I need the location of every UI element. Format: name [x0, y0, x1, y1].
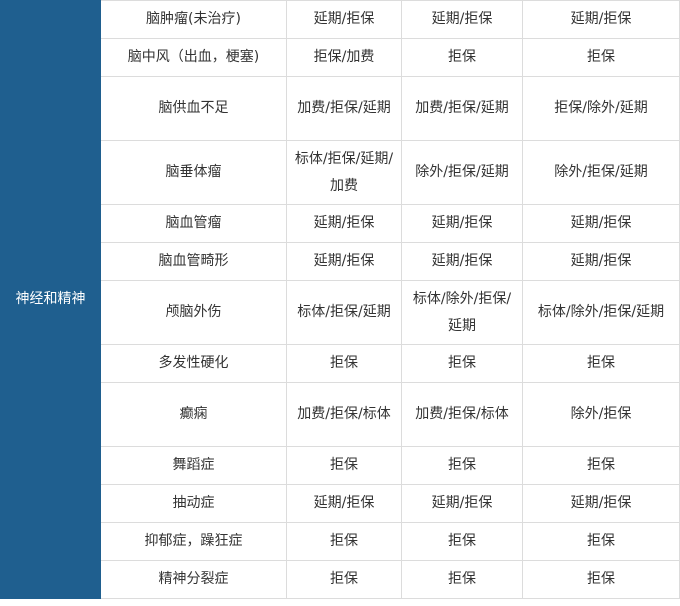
decision-cell-2: 拒保 [401, 446, 523, 485]
condition-name-cell: 舞蹈症 [100, 446, 287, 485]
decision-cell-1: 标体/拒保/延期 [286, 280, 402, 345]
decision-cell-1: 拒保 [286, 446, 402, 485]
decision-cell-2: 延期/拒保 [401, 204, 523, 243]
condition-name-cell: 脑血管瘤 [100, 204, 287, 243]
table-row: 脑中风（出血，梗塞) 拒保/加费 拒保 拒保 [1, 38, 680, 77]
decision-cell-2: 加费/拒保/标体 [401, 382, 523, 447]
condition-name-cell: 癫痫 [100, 382, 287, 447]
decision-cell-3: 除外/拒保 [522, 382, 680, 447]
table-row: 精神分裂症 拒保 拒保 拒保 [1, 560, 680, 599]
decision-cell-2: 除外/拒保/延期 [401, 140, 523, 205]
decision-cell-1: 延期/拒保 [286, 204, 402, 243]
condition-name-cell: 脑中风（出血，梗塞) [100, 38, 287, 77]
decision-cell-1: 拒保/加费 [286, 38, 402, 77]
decision-cell-3: 拒保/除外/延期 [522, 76, 680, 141]
table-row: 多发性硬化 拒保 拒保 拒保 [1, 344, 680, 383]
table-row: 舞蹈症 拒保 拒保 拒保 [1, 446, 680, 485]
decision-cell-2: 延期/拒保 [401, 242, 523, 281]
table-row: 脑垂体瘤 标体/拒保/延期/加费 除外/拒保/延期 除外/拒保/延期 [1, 140, 680, 205]
condition-name-cell: 脑供血不足 [100, 76, 287, 141]
decision-cell-1: 延期/拒保 [286, 242, 402, 281]
table-row: 抽动症 延期/拒保 延期/拒保 延期/拒保 [1, 484, 680, 523]
condition-name-cell: 脑肿瘤(未治疗) [100, 0, 287, 39]
decision-cell-3: 延期/拒保 [522, 204, 680, 243]
decision-cell-3: 拒保 [522, 560, 680, 599]
condition-name-cell: 抽动症 [100, 484, 287, 523]
decision-cell-2: 拒保 [401, 522, 523, 561]
table-row: 神经和精神 脑肿瘤(未治疗) 延期/拒保 延期/拒保 延期/拒保 [0, 0, 680, 599]
underwriting-table: 神经和精神 脑肿瘤(未治疗) 延期/拒保 延期/拒保 延期/拒保 脑中风（出血，梗塞) 拒保… [0, 0, 680, 599]
decision-cell-1: 拒保 [286, 560, 402, 599]
decision-cell-3: 拒保 [522, 38, 680, 77]
decision-cell-1: 加费/拒保/延期 [286, 76, 402, 141]
condition-name-cell: 抑郁症，躁狂症 [100, 522, 287, 561]
table-body: 神经和精神 脑肿瘤(未治疗) 延期/拒保 延期/拒保 延期/拒保 脑中风（出血，梗塞) 拒保… [0, 0, 680, 599]
decision-cell-2: 延期/拒保 [401, 0, 523, 39]
condition-name-cell: 颅脑外伤 [100, 280, 287, 345]
decision-cell-3: 拒保 [522, 446, 680, 485]
decision-cell-1: 延期/拒保 [286, 0, 402, 39]
decision-cell-1: 加费/拒保/标体 [286, 382, 402, 447]
table-row: 脑供血不足 加费/拒保/延期 加费/拒保/延期 拒保/除外/延期 [1, 76, 680, 141]
decision-cell-2: 加费/拒保/延期 [401, 76, 523, 141]
table-row: 脑血管瘤 延期/拒保 延期/拒保 延期/拒保 [1, 204, 680, 243]
decision-cell-3: 拒保 [522, 522, 680, 561]
condition-name-cell: 脑垂体瘤 [100, 140, 287, 205]
decision-cell-1: 拒保 [286, 522, 402, 561]
decision-cell-3: 除外/拒保/延期 [522, 140, 680, 205]
decision-cell-2: 标体/除外/拒保/延期 [401, 280, 523, 345]
decision-cell-3: 延期/拒保 [522, 242, 680, 281]
category-cell: 神经和精神 [0, 0, 101, 599]
decision-cell-3: 延期/拒保 [522, 484, 680, 523]
decision-cell-1: 延期/拒保 [286, 484, 402, 523]
table-row: 抑郁症，躁狂症 拒保 拒保 拒保 [1, 522, 680, 561]
decision-cell-3: 标体/除外/拒保/延期 [522, 280, 680, 345]
condition-name-cell: 多发性硬化 [100, 344, 287, 383]
decision-cell-1: 标体/拒保/延期/加费 [286, 140, 402, 205]
condition-name-cell: 精神分裂症 [100, 560, 287, 599]
decision-cell-3: 延期/拒保 [522, 0, 680, 39]
decision-cell-2: 延期/拒保 [401, 484, 523, 523]
decision-cell-1: 拒保 [286, 344, 402, 383]
decision-cell-2: 拒保 [401, 344, 523, 383]
decision-cell-2: 拒保 [401, 38, 523, 77]
decision-cell-3: 拒保 [522, 344, 680, 383]
condition-name-cell: 脑血管畸形 [100, 242, 287, 281]
table-row: 颅脑外伤 标体/拒保/延期 标体/除外/拒保/延期 标体/除外/拒保/延期 [1, 280, 680, 345]
decision-cell-2: 拒保 [401, 560, 523, 599]
table-row: 脑血管畸形 延期/拒保 延期/拒保 延期/拒保 [1, 242, 680, 281]
table-row: 癫痫 加费/拒保/标体 加费/拒保/标体 除外/拒保 [1, 382, 680, 447]
